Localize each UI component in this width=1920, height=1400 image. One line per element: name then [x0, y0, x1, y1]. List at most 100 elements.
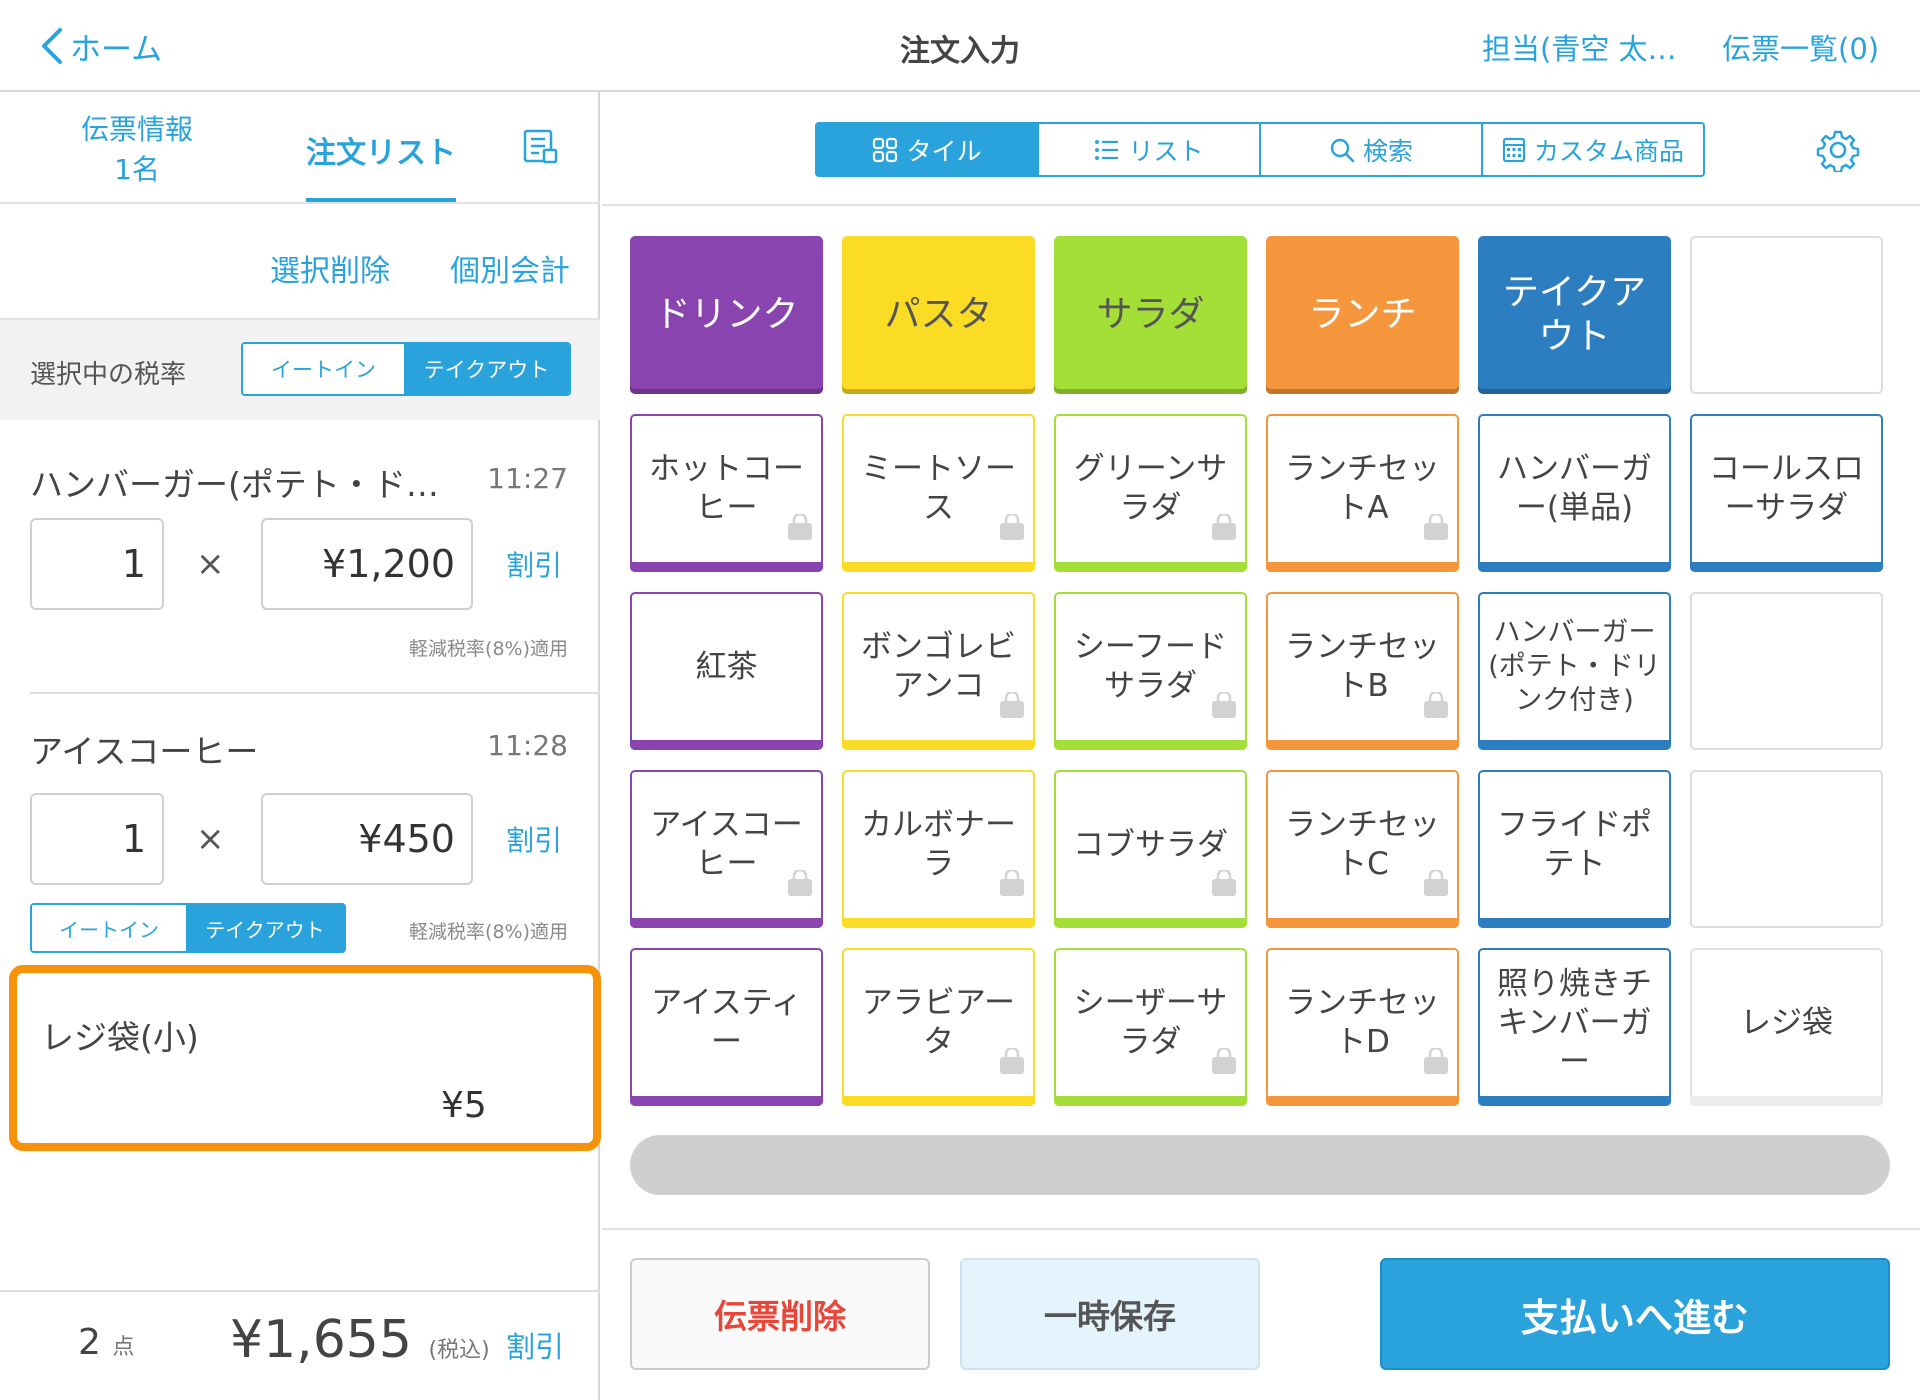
product-name: コールスローサラダ: [1709, 451, 1864, 526]
category-takeout[interactable]: テイクアウト: [1478, 236, 1671, 394]
staff-button[interactable]: 担当(青空 太…: [1482, 26, 1677, 68]
tab-tile[interactable]: タイル: [817, 124, 1039, 175]
active-tab-indicator: [306, 198, 456, 202]
category-color-bar: [1266, 740, 1459, 750]
product-tile[interactable]: ランチセットA: [1266, 414, 1459, 572]
takeout-bag-icon: [1421, 690, 1451, 730]
delete-slip-button[interactable]: 伝票削除: [630, 1258, 930, 1370]
product-tile[interactable]: シーザーサラダ: [1054, 948, 1247, 1106]
product-tile[interactable]: 照り焼きチキンバーガー: [1478, 948, 1671, 1106]
tab-order-list[interactable]: 注文リスト: [306, 128, 456, 172]
tab-slip-info-label: 伝票情報: [80, 113, 193, 146]
takeout-option[interactable]: テイクアウト: [404, 344, 569, 394]
product-tile[interactable]: フライドポテト: [1478, 770, 1671, 928]
item-name: レジ袋(小): [41, 1018, 199, 1057]
takeout-bag-icon: [785, 868, 815, 908]
item-price: ¥5: [441, 1085, 487, 1126]
category-drink[interactable]: ドリンク: [630, 236, 823, 394]
slip-list-button[interactable]: 伝票一覧(0): [1722, 26, 1879, 68]
left-tabs: 伝票情報 1名 注文リスト: [0, 92, 600, 204]
category-color-bar: [842, 1096, 1035, 1106]
product-tile[interactable]: シーフードサラダ: [1054, 592, 1247, 750]
takeout-bag-icon: [997, 690, 1027, 730]
product-tile[interactable]: ボンゴレビアンコ: [842, 592, 1035, 750]
item-time: 11:28: [487, 729, 568, 762]
category-color-bar: [1054, 740, 1247, 750]
takeout-bag-icon: [1209, 1046, 1239, 1086]
product-tile[interactable]: アイスティー: [630, 948, 823, 1106]
chevron-left-icon: [42, 28, 62, 64]
item-name: ハンバーガー(ポテト・ド…: [30, 465, 439, 504]
tab-list-label: リスト: [1128, 136, 1204, 166]
product-tile[interactable]: ミートソース: [842, 414, 1035, 572]
product-tile[interactable]: レジ袋: [1690, 948, 1883, 1106]
divider: [602, 1228, 1920, 1230]
product-tile[interactable]: ランチセットB: [1266, 592, 1459, 750]
product-tile[interactable]: アイスコーヒー: [630, 770, 823, 928]
item-discount-button[interactable]: 割引: [506, 819, 562, 859]
hold-button[interactable]: 一時保存: [960, 1258, 1260, 1370]
product-tile[interactable]: コブサラダ: [1054, 770, 1247, 928]
tab-slip-info[interactable]: 伝票情報 1名: [72, 110, 202, 190]
search-icon: [1330, 138, 1355, 162]
product-tile[interactable]: ハンバーガー(単品): [1478, 414, 1671, 572]
category-salad[interactable]: サラダ: [1054, 236, 1247, 394]
product-tile[interactable]: グリーンサラダ: [1054, 414, 1247, 572]
empty-tile: [1690, 236, 1883, 394]
receipt-icon: [523, 129, 558, 164]
category-color-bar: [1478, 1096, 1671, 1106]
back-button[interactable]: ホーム: [40, 22, 162, 70]
select-delete-button[interactable]: 選択削除: [270, 246, 390, 290]
product-tile[interactable]: ホットコーヒー: [630, 414, 823, 572]
quantity-field[interactable]: 1: [30, 518, 164, 610]
item-divider: [30, 692, 600, 694]
quantity-field[interactable]: 1: [30, 793, 164, 885]
item-discount-button[interactable]: 割引: [506, 544, 562, 584]
product-tile[interactable]: アラビアータ: [842, 948, 1035, 1106]
takeout-option[interactable]: テイクアウト: [186, 905, 344, 951]
price-field[interactable]: ¥450: [261, 793, 473, 885]
tax-rate-label: 選択中の税率: [30, 360, 187, 390]
category-color-bar: [630, 740, 823, 750]
tab-custom-product[interactable]: カスタム商品: [1483, 124, 1703, 175]
separate-payment-button[interactable]: 個別会計: [450, 246, 570, 290]
list-icon: [1095, 139, 1119, 160]
category-lunch[interactable]: ランチ: [1266, 236, 1459, 394]
product-tile[interactable]: ランチセットC: [1266, 770, 1459, 928]
product-tile[interactable]: コールスローサラダ: [1690, 414, 1883, 572]
takeout-bag-icon: [1209, 690, 1239, 730]
eat-in-option[interactable]: イートイン: [32, 905, 186, 951]
eat-in-option[interactable]: イートイン: [243, 344, 404, 394]
top-bar: ホーム 注文入力 担当(青空 太… 伝票一覧(0): [0, 0, 1920, 92]
category-pasta[interactable]: パスタ: [842, 236, 1035, 394]
page-scrollbar[interactable]: [630, 1135, 1890, 1195]
order-item[interactable]: ハンバーガー(ポテト・ド… 11:27 1 × ¥1,200 割引 軽減税率(8…: [0, 420, 600, 660]
settings-button[interactable]: [1816, 128, 1860, 176]
receipt-button[interactable]: [522, 128, 560, 170]
order-item-highlighted[interactable]: レジ袋(小) ¥5: [9, 965, 601, 1151]
product-tile[interactable]: カルボナーラ: [842, 770, 1035, 928]
multiply-sign: ×: [196, 544, 225, 584]
order-summary: 2 点 ¥1,655 (税込) 割引: [0, 1290, 600, 1400]
item-count: 2 点: [78, 1322, 134, 1363]
category-color-bar: [630, 918, 823, 928]
category-color-bar: [1478, 918, 1671, 928]
tab-list[interactable]: リスト: [1039, 124, 1261, 175]
takeout-bag-icon: [1421, 512, 1451, 552]
calculator-icon: [1502, 137, 1526, 162]
product-tile[interactable]: 紅茶: [630, 592, 823, 750]
proceed-to-payment-button[interactable]: 支払いへ進む: [1380, 1258, 1890, 1370]
product-name: 照り焼きチキンバーガー: [1497, 965, 1652, 1080]
tab-search-label: 検索: [1362, 136, 1413, 166]
product-tile[interactable]: ハンバーガー(ポテト・ドリンク付き): [1478, 592, 1671, 750]
multiply-sign: ×: [196, 819, 225, 859]
order-discount-button[interactable]: 割引: [506, 1324, 564, 1366]
product-tile[interactable]: ランチセットD: [1266, 948, 1459, 1106]
category-color-bar: [842, 562, 1035, 572]
item-count-unit: 点: [112, 1335, 135, 1360]
price-field[interactable]: ¥1,200: [261, 518, 473, 610]
list-actions: 選択削除 個別会計: [0, 204, 600, 320]
tab-search[interactable]: 検索: [1261, 124, 1483, 175]
order-item[interactable]: アイスコーヒー 11:28 1 × ¥450 割引 イートイン テイクアウト 軽…: [0, 695, 600, 965]
tab-custom-product-label: カスタム商品: [1533, 136, 1684, 166]
